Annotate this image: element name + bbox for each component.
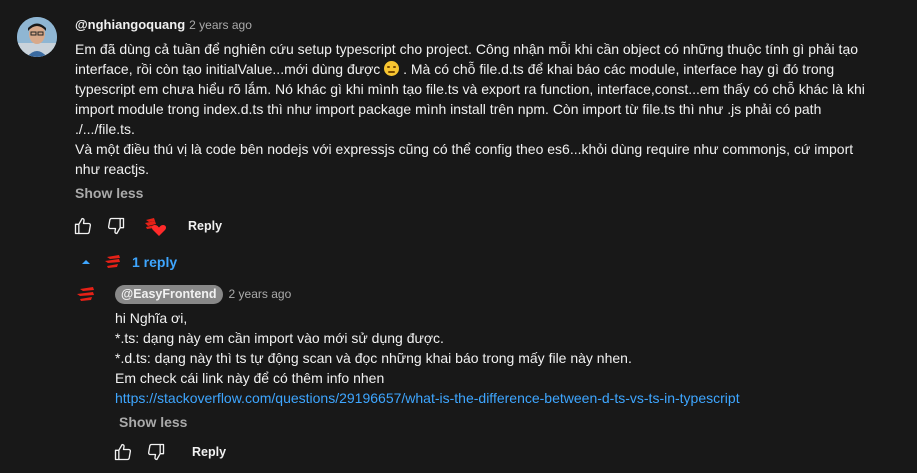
replies-toggle[interactable]: 1 reply xyxy=(80,254,177,270)
pensive-face-emoji-icon xyxy=(384,61,400,76)
caret-up-icon xyxy=(82,260,90,264)
dislike-button[interactable] xyxy=(104,214,128,238)
reply-line: *.d.ts: dạng này thì ts tự động scan và … xyxy=(115,350,632,366)
reply-author-badge[interactable]: @EasyFrontend xyxy=(115,284,223,304)
show-less-button[interactable]: Show less xyxy=(119,414,905,430)
comment-line: Và một điều thú vị là code bên nodejs vớ… xyxy=(75,141,854,157)
comment-line: import module trong index.d.ts thì như i… xyxy=(75,101,822,117)
reply-link[interactable]: https://stackoverflow.com/questions/2919… xyxy=(115,390,740,406)
like-button[interactable] xyxy=(111,440,135,464)
thumbs-up-icon xyxy=(74,217,92,235)
creator-heart[interactable] xyxy=(142,214,168,238)
channel-logo-icon xyxy=(105,255,120,268)
thumbs-down-icon xyxy=(107,217,125,235)
comment-time[interactable]: 2 years ago xyxy=(189,18,252,32)
reply-line: hi Nghĩa ơi, xyxy=(115,310,188,326)
comment-line: typescript em chưa hiểu rõ lắm. Nó khác … xyxy=(75,81,865,97)
comment-author[interactable]: @nghiangoquang xyxy=(75,17,185,32)
reply-line: Em check cái link này để có thêm info nh… xyxy=(115,370,385,386)
reply-line: *.ts: dạng này em cần import vào mới sử … xyxy=(115,330,444,346)
reply-comment: @EasyFrontend 2 years ago hi Nghĩa ơi, *… xyxy=(115,284,905,430)
thumbs-down-icon xyxy=(147,443,165,461)
reply-button[interactable]: Reply xyxy=(192,445,226,459)
like-button[interactable] xyxy=(71,214,95,238)
comment-line: interface, rồi còn tạo initialValue...mớ… xyxy=(75,59,895,79)
replies-count[interactable]: 1 reply xyxy=(132,254,177,270)
thumbs-up-icon xyxy=(114,443,132,461)
dislike-button[interactable] xyxy=(144,440,168,464)
comment: @nghiangoquang 2 years ago Em đã dùng cả… xyxy=(75,17,895,201)
channel-logo-icon xyxy=(77,287,94,301)
comment-line: ./.../file.ts. xyxy=(75,121,135,137)
comment-line: Em đã dùng cả tuần để nghiên cứu setup t… xyxy=(75,41,859,57)
reply-time[interactable]: 2 years ago xyxy=(229,287,292,301)
reply-avatar[interactable] xyxy=(76,286,100,307)
comment-header: @nghiangoquang 2 years ago xyxy=(75,17,895,37)
comment-line-part: interface, rồi còn tạo initialValue...mớ… xyxy=(75,61,381,77)
reply-text: hi Nghĩa ơi, *.ts: dạng này em cần impor… xyxy=(115,308,905,408)
reply-header: @EasyFrontend 2 years ago xyxy=(115,284,905,304)
creator-heart-icon xyxy=(145,218,167,236)
comment-line: như reactjs. xyxy=(75,161,149,177)
reply-button[interactable]: Reply xyxy=(188,219,222,233)
comment-text: Em đã dùng cả tuần để nghiên cứu setup t… xyxy=(75,39,895,179)
comment-actions: Reply xyxy=(71,214,222,238)
show-less-button[interactable]: Show less xyxy=(75,185,895,201)
reply-actions: Reply xyxy=(111,440,226,464)
avatar[interactable] xyxy=(17,17,57,57)
comment-line-part: . Mà có chỗ file.d.ts để khai báo các mo… xyxy=(403,61,835,77)
